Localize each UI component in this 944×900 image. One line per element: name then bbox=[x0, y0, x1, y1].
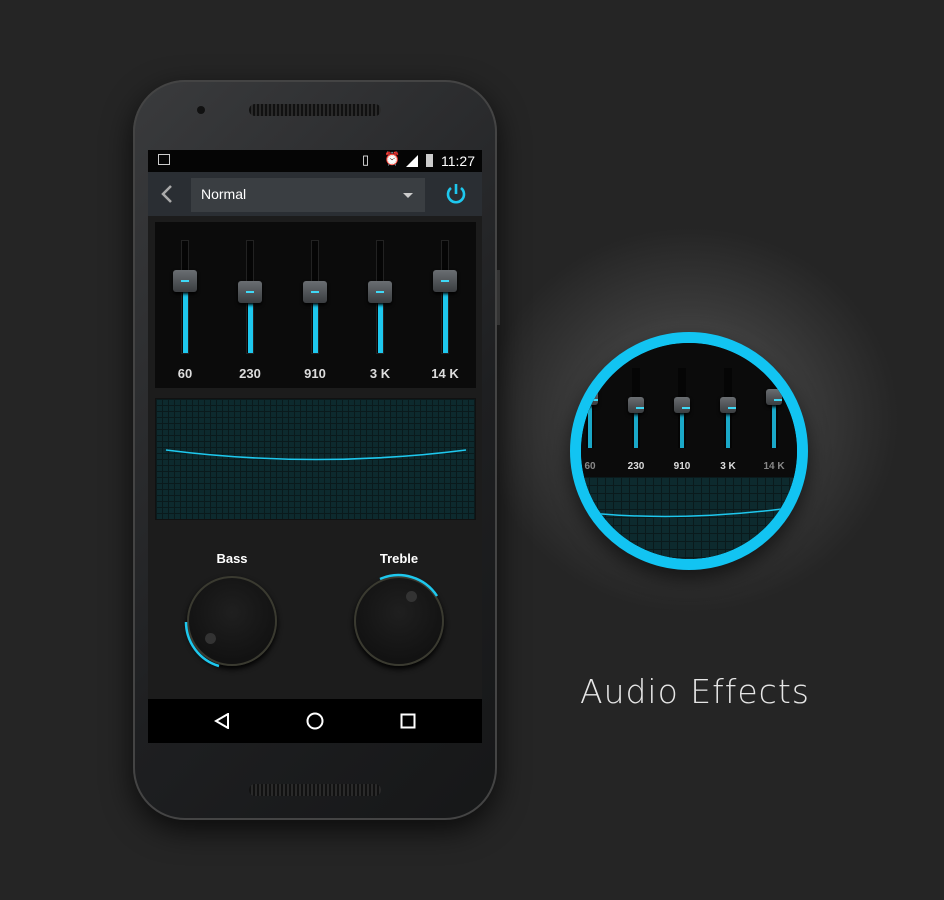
signal-icon bbox=[406, 155, 418, 167]
magnified-band-label: 14 K bbox=[763, 461, 785, 472]
magnified-track bbox=[770, 368, 778, 448]
slider-fill bbox=[378, 301, 383, 353]
magnified-graph bbox=[581, 477, 797, 559]
bottom-speaker bbox=[249, 784, 381, 796]
band-label: 3 K bbox=[369, 366, 391, 381]
magnified-equalizer: 60 230 910 3 K 14 K bbox=[581, 343, 797, 477]
preset-value: Normal bbox=[201, 186, 247, 202]
treble-label: Treble bbox=[379, 551, 419, 566]
power-icon[interactable] bbox=[445, 183, 467, 205]
slider-thumb-3[interactable] bbox=[368, 281, 392, 304]
caret-down-icon bbox=[403, 193, 413, 203]
caption: Audio Effects bbox=[580, 672, 810, 711]
slider-thumb-4[interactable] bbox=[433, 270, 457, 293]
preset-dropdown[interactable]: Normal bbox=[191, 178, 425, 212]
magnified-thumb bbox=[674, 396, 690, 413]
alarm-icon: ⏰ bbox=[384, 151, 401, 166]
bass-label: Bass bbox=[216, 551, 248, 566]
triangle-back-icon[interactable] bbox=[214, 713, 230, 729]
slider-fill bbox=[248, 301, 253, 353]
magnified-thumb bbox=[766, 388, 782, 405]
magnified-band-label: 60 bbox=[584, 461, 596, 472]
slider-thumb-1[interactable] bbox=[238, 281, 262, 304]
circle-home-icon[interactable] bbox=[306, 712, 324, 730]
square-recents-icon[interactable] bbox=[400, 713, 416, 729]
frequency-response-graph bbox=[155, 398, 476, 520]
magnified-thumb bbox=[628, 396, 644, 413]
treble-level-arc bbox=[379, 573, 439, 597]
magnified-track bbox=[586, 368, 594, 448]
top-speaker bbox=[249, 104, 381, 116]
slider-track-0[interactable] bbox=[181, 240, 189, 354]
band-label: 14 K bbox=[431, 366, 459, 381]
magnified-band-label: 230 bbox=[627, 461, 645, 472]
equalizer-panel: 60 230 910 3 K 14 K bbox=[155, 222, 476, 388]
magnifier-circle: 60 230 910 3 K 14 K bbox=[570, 332, 808, 570]
navigation-bar bbox=[148, 699, 482, 743]
front-camera bbox=[197, 106, 205, 114]
response-curve bbox=[165, 449, 467, 461]
magnified-thumb bbox=[720, 396, 736, 413]
magnified-thumb bbox=[582, 388, 598, 405]
magnified-band-label: 910 bbox=[673, 461, 691, 472]
slider-thumb-2[interactable] bbox=[303, 281, 327, 304]
slider-track-4[interactable] bbox=[441, 240, 449, 354]
vibrate-icon: ▯ bbox=[362, 152, 370, 167]
slider-fill bbox=[443, 290, 448, 353]
slider-fill bbox=[313, 301, 318, 353]
band-label: 60 bbox=[177, 366, 193, 381]
bass-level-arc bbox=[184, 621, 220, 668]
slider-fill bbox=[183, 290, 188, 353]
band-label: 910 bbox=[304, 366, 326, 381]
screen: ▯ ⏰ 11:27 Normal 60 230 910 3 K 14 K Bas… bbox=[148, 150, 482, 743]
clock: 11:27 bbox=[441, 153, 475, 169]
magnified-response-curve bbox=[581, 506, 797, 518]
band-label: 230 bbox=[239, 366, 261, 381]
chevron-left-icon[interactable] bbox=[160, 184, 174, 204]
side-button bbox=[497, 270, 500, 325]
slider-thumb-0[interactable] bbox=[173, 270, 197, 293]
toolbar: Normal bbox=[148, 172, 482, 216]
image-icon bbox=[158, 154, 170, 165]
status-bar: ▯ ⏰ 11:27 bbox=[148, 150, 482, 172]
magnified-band-label: 3 K bbox=[720, 461, 736, 472]
battery-charging-icon bbox=[426, 154, 433, 167]
